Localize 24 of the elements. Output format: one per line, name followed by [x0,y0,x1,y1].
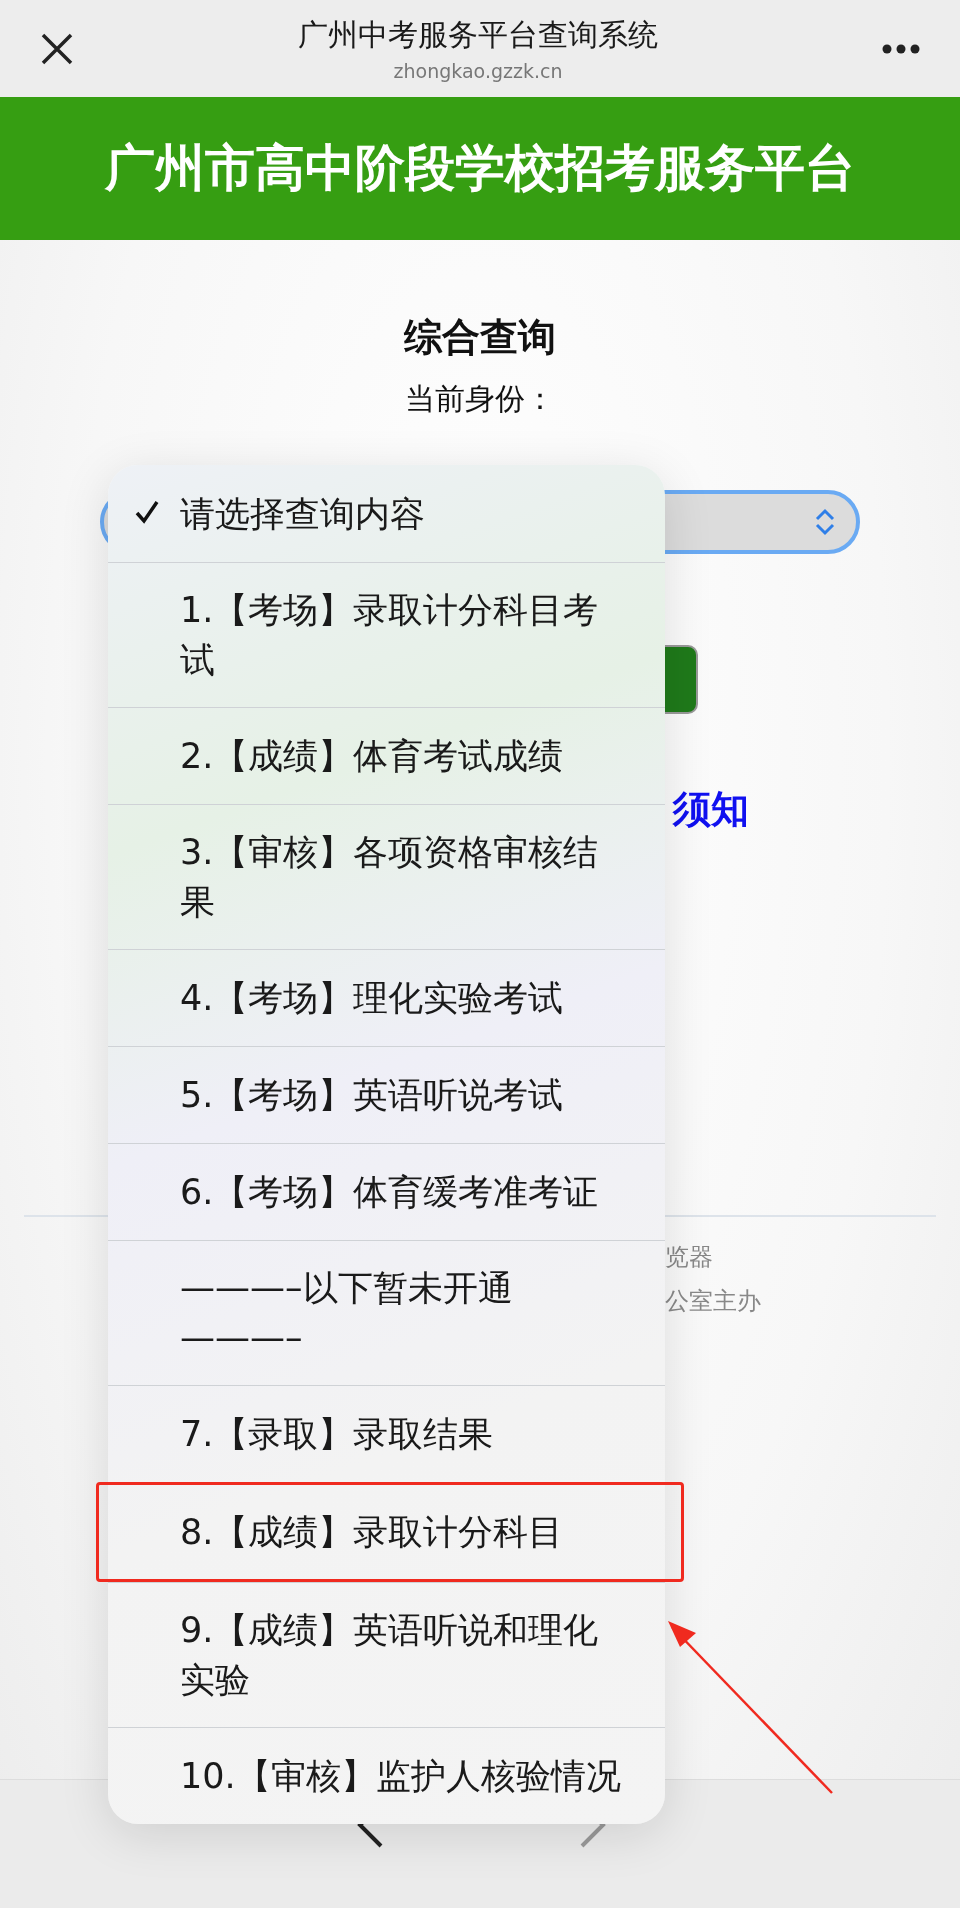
menu-option[interactable]: 9.【成绩】英语听说和理化实验 [108,1582,665,1727]
checkmark-icon [134,499,160,525]
identity-label: 当前身份： [404,380,556,418]
close-icon[interactable] [40,31,74,66]
chevron-updown-icon [814,507,836,537]
menu-option[interactable]: 7.【录取】录取结果 [108,1385,665,1482]
footer-text: 公室主办 [665,1286,762,1317]
banner-title: 广州市高中阶段学校招考服务平台 [105,138,855,199]
menu-option[interactable]: 4.【考场】理化实验考试 [108,949,665,1046]
menu-option[interactable]: 5.【考场】英语听说考试 [108,1046,665,1143]
notice-link[interactable]: 须知 [673,787,749,831]
menu-option[interactable]: 2.【成绩】体育考试成绩 [108,707,665,804]
menu-option[interactable]: 3.【审核】各项资格审核结果 [108,804,665,949]
page-url: zhongkao.gzzk.cn [393,60,563,82]
menu-option[interactable]: 请选择查询内容 [108,465,665,562]
more-icon[interactable] [882,43,920,54]
menu-option[interactable]: 8.【成绩】录取计分科目 [96,1482,684,1582]
section-heading: 综合查询 [403,314,557,361]
menu-option[interactable]: 1.【考场】录取计分科目考试 [108,562,665,707]
footer-text: 览器 [665,1242,714,1273]
menu-option[interactable]: 6.【考场】体育缓考准考证 [108,1143,665,1240]
page-title: 广州中考服务平台查询系统 [298,16,658,54]
menu-option[interactable]: ———–以下暂未开通———– [108,1240,665,1385]
menu-option[interactable]: 10.【审核】监护人核验情况 [108,1727,665,1824]
